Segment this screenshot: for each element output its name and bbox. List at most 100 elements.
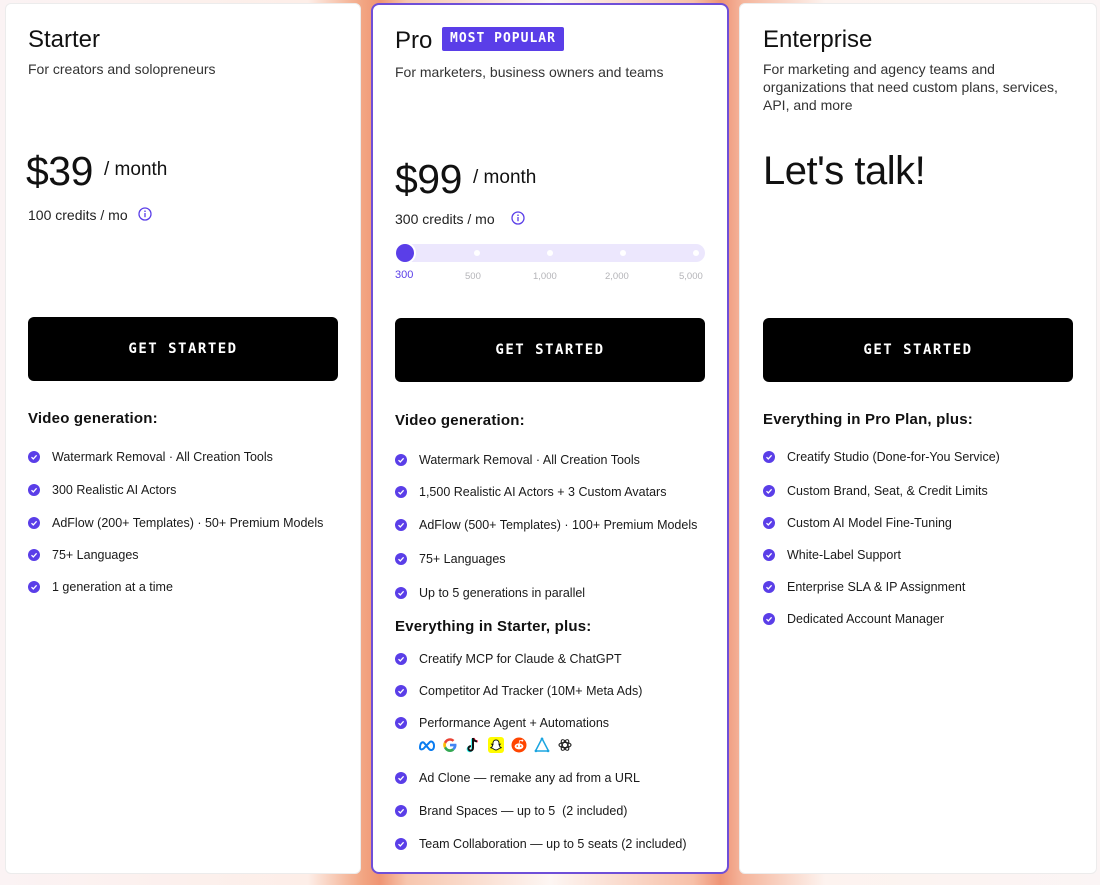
check-icon <box>395 838 407 850</box>
feature-item: 1 generation at a time <box>28 580 173 594</box>
credits-amount: 100 credits / mo <box>28 207 128 223</box>
get-started-button[interactable]: GET STARTED <box>28 317 338 381</box>
plan-tagline: For marketing and agency teams and organ… <box>763 61 1058 113</box>
section-title: Everything in Pro Plan, plus: <box>763 411 973 428</box>
get-started-button[interactable]: GET STARTED <box>395 318 705 382</box>
feature-text: Creatify MCP for Claude & ChatGPT <box>419 652 622 666</box>
feature-text: Up to 5 generations in parallel <box>419 586 586 600</box>
feature-text: Team Collaboration — up to 5 seats (2 in… <box>419 837 687 851</box>
check-icon <box>28 451 40 463</box>
check-icon <box>763 451 775 463</box>
feature-text: 75+ Languages <box>52 548 139 562</box>
feature-text: 1,500 Realistic AI Actors + 3 Custom Ava… <box>419 485 667 499</box>
plan-price: $99 <box>395 156 462 202</box>
feature-item: Watermark Removal · All Creation Tools <box>28 450 273 464</box>
slider-label[interactable]: 300 <box>395 269 413 281</box>
check-icon <box>28 484 40 496</box>
section-title: Video generation: <box>28 410 158 427</box>
plan-name: Starter <box>28 26 101 53</box>
get-started-button[interactable]: GET STARTED <box>763 318 1073 382</box>
applovin-icon <box>533 737 551 753</box>
check-icon <box>395 587 407 599</box>
plan-tagline: For marketers, business owners and teams <box>395 64 664 80</box>
feature-text: Brand Spaces — up to 5 (2 included) <box>419 804 628 818</box>
check-icon <box>28 517 40 529</box>
feature-item: Creatify Studio (Done-for-You Service) <box>763 450 1000 464</box>
check-icon <box>395 454 407 466</box>
plan-price: $39 <box>26 148 93 194</box>
feature-text: Custom AI Model Fine-Tuning <box>787 516 952 530</box>
feature-text: Watermark Removal · All Creation Tools <box>52 450 273 464</box>
feature-text: Creatify Studio (Done-for-You Service) <box>787 450 1000 464</box>
enterprise-plan-card: Enterprise For marketing and agency team… <box>739 3 1097 874</box>
section-title: Video generation: <box>395 412 525 429</box>
reddit-icon <box>510 737 528 753</box>
info-icon[interactable] <box>511 211 525 230</box>
check-icon <box>28 581 40 593</box>
slider-step-dot[interactable] <box>693 250 699 256</box>
feature-item: 1,500 Realistic AI Actors + 3 Custom Ava… <box>395 485 666 499</box>
feature-text: 300 Realistic AI Actors <box>52 483 177 497</box>
feature-item: Custom AI Model Fine-Tuning <box>763 516 952 530</box>
feature-item: Competitor Ad Tracker (10M+ Meta Ads) <box>395 684 642 698</box>
section-title: Everything in Starter, plus: <box>395 618 592 635</box>
plan-tagline: For creators and solopreneurs <box>28 61 216 77</box>
feature-text: Custom Brand, Seat, & Credit Limits <box>787 484 988 498</box>
slider-label[interactable]: 5,000 <box>679 271 703 282</box>
slider-label[interactable]: 2,000 <box>605 271 629 282</box>
info-icon[interactable] <box>138 207 152 226</box>
feature-text: Dedicated Account Manager <box>787 612 945 626</box>
feature-item: Watermark Removal · All Creation Tools <box>395 453 640 467</box>
most-popular-badge: MOST POPULAR <box>442 27 564 51</box>
pro-plan-card: Pro MOST POPULAR For marketers, business… <box>371 3 729 874</box>
openai-icon <box>556 737 574 753</box>
starter-plan-card: Starter For creators and solopreneurs $3… <box>5 3 361 874</box>
price-period: / month <box>473 167 537 188</box>
feature-text: AdFlow (200+ Templates) · 50+ Premium Mo… <box>52 516 324 530</box>
feature-text: Competitor Ad Tracker (10M+ Meta Ads) <box>419 684 643 698</box>
feature-item: Custom Brand, Seat, & Credit Limits <box>763 484 988 498</box>
feature-item: AdFlow (200+ Templates) · 50+ Premium Mo… <box>28 516 323 530</box>
credits-slider-thumb[interactable] <box>396 244 414 262</box>
check-icon <box>763 549 775 561</box>
tiktok-icon <box>464 737 482 753</box>
check-icon <box>395 717 407 729</box>
feature-text: 75+ Languages <box>419 552 506 566</box>
plan-name: Enterprise <box>763 26 873 53</box>
check-icon <box>28 549 40 561</box>
feature-item: Team Collaboration — up to 5 seats (2 in… <box>395 837 687 851</box>
check-icon <box>763 485 775 497</box>
check-icon <box>395 805 407 817</box>
feature-text: Performance Agent + Automations <box>419 716 610 730</box>
feature-text: White-Label Support <box>787 548 901 562</box>
check-icon <box>763 517 775 529</box>
google-icon <box>441 737 459 753</box>
slider-label[interactable]: 500 <box>465 271 481 282</box>
slider-label[interactable]: 1,000 <box>533 271 557 282</box>
feature-text: AdFlow (500+ Templates) · 100+ Premium M… <box>419 518 698 532</box>
check-icon <box>763 581 775 593</box>
check-icon <box>395 553 407 565</box>
feature-text: Watermark Removal · All Creation Tools <box>419 453 640 467</box>
slider-step-dot[interactable] <box>474 250 480 256</box>
plan-name: Pro <box>395 27 433 54</box>
slider-step-dot[interactable] <box>547 250 553 256</box>
feature-text: Ad Clone — remake any ad from a URL <box>419 771 640 785</box>
feature-text: 1 generation at a time <box>52 580 173 594</box>
meta-icon <box>418 737 436 753</box>
check-icon <box>395 685 407 697</box>
snapchat-icon <box>487 737 505 753</box>
feature-item: 300 Realistic AI Actors <box>28 483 176 497</box>
check-icon <box>763 613 775 625</box>
feature-item: Ad Clone — remake any ad from a URL <box>395 771 640 785</box>
price-period: / month <box>104 159 168 180</box>
feature-item: Enterprise SLA & IP Assignment <box>763 580 965 594</box>
feature-item: 75+ Languages <box>28 548 139 562</box>
check-icon <box>395 486 407 498</box>
check-icon <box>395 653 407 665</box>
check-icon <box>395 772 407 784</box>
feature-item: Up to 5 generations in parallel <box>395 586 585 600</box>
feature-item: Brand Spaces — up to 5 (2 included) <box>395 804 627 818</box>
slider-step-dot[interactable] <box>620 250 626 256</box>
check-icon <box>395 519 407 531</box>
